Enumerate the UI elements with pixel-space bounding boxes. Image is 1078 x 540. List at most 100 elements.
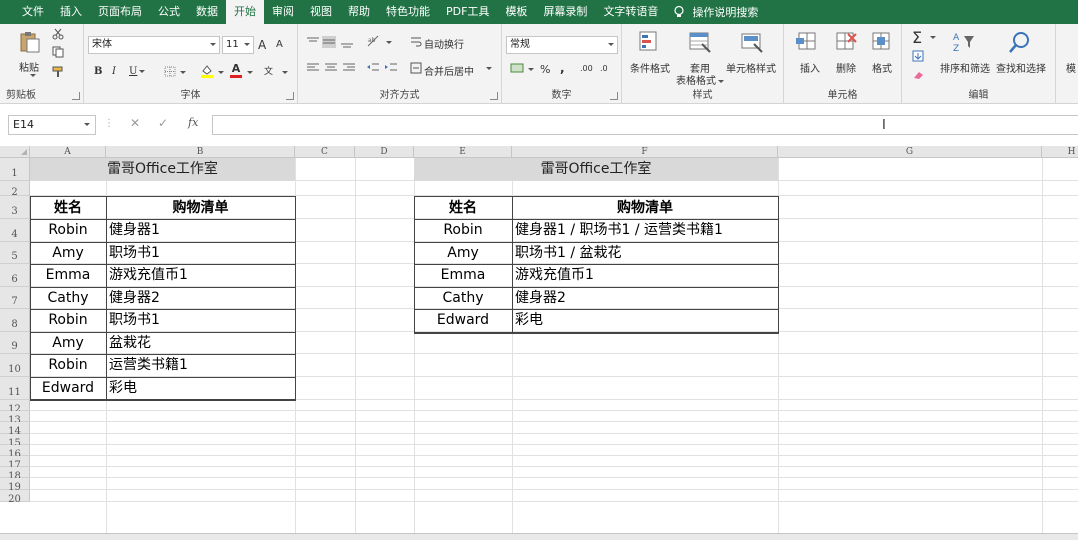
decrease-indent-icon[interactable]: [366, 62, 380, 74]
tab-templates[interactable]: 模板: [497, 0, 535, 24]
find-select-button[interactable]: 查找和选择: [996, 60, 1046, 75]
increase-indent-icon[interactable]: [384, 62, 398, 74]
row-header[interactable]: 6: [0, 264, 30, 287]
column-header-g[interactable]: G: [778, 146, 1042, 158]
paste-dropdown[interactable]: [28, 70, 36, 81]
decrease-decimal-button[interactable]: .0: [600, 64, 608, 73]
autosum-button[interactable]: Σ: [912, 28, 922, 47]
wrap-text-icon[interactable]: [410, 36, 422, 48]
font-launcher-icon[interactable]: [286, 92, 294, 100]
find-select-icon[interactable]: [1008, 30, 1032, 54]
align-right-icon[interactable]: [342, 62, 356, 74]
row-header[interactable]: 1: [0, 158, 30, 181]
format-as-table-icon[interactable]: [688, 30, 712, 54]
underline-button[interactable]: U: [129, 66, 146, 77]
clipboard-launcher-icon[interactable]: [72, 92, 80, 100]
shrink-font-button[interactable]: A: [276, 39, 283, 50]
row-header[interactable]: 2: [0, 181, 30, 198]
number-format-select[interactable]: 常规: [506, 36, 618, 54]
row-header[interactable]: 14: [0, 422, 30, 437]
borders-icon[interactable]: [164, 66, 176, 77]
name-box[interactable]: E14: [8, 115, 96, 135]
tab-pdf-tools[interactable]: PDF工具: [438, 0, 497, 24]
font-size-select[interactable]: 11: [222, 36, 254, 54]
phonetic-icon[interactable]: 文: [264, 64, 273, 77]
right-table-title[interactable]: 雷哥Office工作室: [414, 158, 778, 181]
font-name-select[interactable]: 宋体: [88, 36, 220, 54]
column-header-b[interactable]: B: [106, 146, 295, 158]
cancel-button[interactable]: ✕: [130, 116, 140, 130]
insert-function-button[interactable]: fx: [188, 116, 198, 129]
row-header[interactable]: 13: [0, 411, 30, 426]
row-header[interactable]: 19: [0, 478, 30, 493]
grow-font-button[interactable]: A: [258, 38, 266, 52]
tab-file[interactable]: 文件: [14, 0, 52, 24]
row-header[interactable]: 4: [0, 219, 30, 242]
orientation-icon[interactable]: ab: [366, 34, 380, 48]
tab-screen-record[interactable]: 屏幕录制: [535, 0, 595, 24]
font-color-icon[interactable]: A: [230, 62, 242, 78]
percent-button[interactable]: %: [540, 63, 550, 76]
align-bottom-icon[interactable]: [340, 36, 354, 48]
format-cells-button[interactable]: 格式: [872, 60, 892, 75]
row-header[interactable]: 10: [0, 354, 30, 377]
name-box-dropdown-icon[interactable]: [84, 123, 90, 126]
fill-icon[interactable]: [912, 50, 924, 62]
cell-styles-button[interactable]: 单元格样式: [726, 60, 776, 75]
tab-review[interactable]: 审阅: [264, 0, 302, 24]
column-header-c[interactable]: C: [295, 146, 355, 158]
column-header-h[interactable]: H: [1042, 146, 1078, 158]
row-header[interactable]: 18: [0, 467, 30, 482]
column-header-f[interactable]: F: [512, 146, 778, 158]
row-header[interactable]: 9: [0, 332, 30, 354]
ribbon-more-button[interactable]: 模: [1066, 60, 1076, 75]
conditional-formatting-button[interactable]: 条件格式: [630, 60, 670, 75]
accounting-format-icon[interactable]: [510, 62, 524, 74]
sheet-tabs-bar[interactable]: [0, 533, 1078, 540]
enter-button[interactable]: ✓: [158, 116, 168, 130]
row-header[interactable]: 8: [0, 309, 30, 332]
align-left-icon[interactable]: [306, 62, 320, 74]
left-table-title[interactable]: 雷哥Office工作室: [30, 158, 295, 181]
align-middle-icon[interactable]: [322, 36, 336, 48]
format-painter-icon[interactable]: [52, 66, 64, 78]
row-header[interactable]: 15: [0, 434, 30, 449]
row-header[interactable]: 16: [0, 445, 30, 460]
tab-home[interactable]: 开始: [226, 0, 264, 24]
copy-icon[interactable]: [52, 46, 64, 58]
clear-icon[interactable]: [912, 70, 924, 80]
column-header-a[interactable]: A: [30, 146, 106, 158]
wrap-text-button[interactable]: 自动换行: [424, 36, 464, 51]
tab-text-to-speech[interactable]: 文字转语音: [595, 0, 666, 24]
insert-cells-button[interactable]: 插入: [800, 60, 820, 75]
formula-input[interactable]: [212, 115, 1078, 135]
tab-formulas[interactable]: 公式: [150, 0, 188, 24]
fill-color-icon[interactable]: [200, 64, 214, 78]
row-header[interactable]: 12: [0, 400, 30, 415]
column-header-d[interactable]: D: [355, 146, 414, 158]
tab-data[interactable]: 数据: [188, 0, 226, 24]
conditional-formatting-icon[interactable]: [638, 30, 662, 54]
row-header[interactable]: 3: [0, 196, 30, 219]
delete-cells-button[interactable]: 删除: [836, 60, 856, 75]
alignment-launcher-icon[interactable]: [490, 92, 498, 100]
row-header[interactable]: 17: [0, 456, 30, 471]
tab-insert[interactable]: 插入: [52, 0, 90, 24]
sort-filter-button[interactable]: 排序和筛选: [940, 60, 990, 75]
tab-special-features[interactable]: 特色功能: [378, 0, 438, 24]
row-header[interactable]: 20: [0, 490, 30, 505]
tab-view[interactable]: 视图: [302, 0, 340, 24]
formula-bar-grip[interactable]: ⋮: [104, 118, 114, 132]
align-center-icon[interactable]: [324, 62, 338, 74]
format-cells-icon[interactable]: [870, 30, 894, 54]
tell-me-search[interactable]: 操作说明搜索: [666, 4, 758, 20]
merge-center-button[interactable]: 合并后居中: [424, 63, 474, 78]
paste-icon[interactable]: [18, 30, 42, 54]
select-all-button[interactable]: [0, 146, 30, 158]
comma-button[interactable]: ,: [560, 61, 565, 75]
row-header[interactable]: 7: [0, 287, 30, 309]
insert-cells-icon[interactable]: [796, 30, 820, 54]
bold-button[interactable]: B: [94, 66, 102, 77]
column-header-e[interactable]: E: [414, 146, 512, 158]
worksheet-grid[interactable]: A B C D E F G H 1 2 3 4 5 6 7 8 9 10 11 12 13 14 15 16 1…: [0, 146, 1078, 540]
